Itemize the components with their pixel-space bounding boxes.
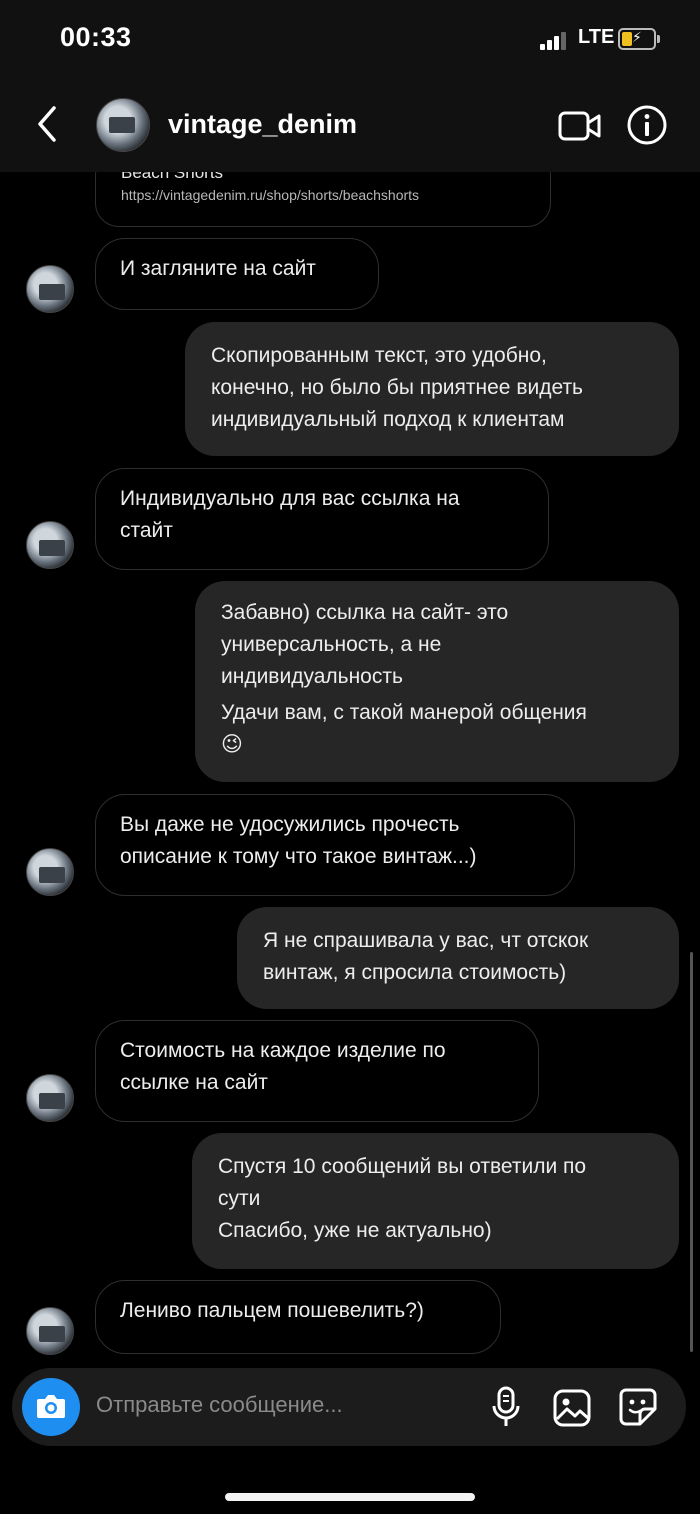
message-text: универсальность, а не: [221, 633, 442, 656]
message-input[interactable]: Отправьте сообщение...: [96, 1392, 343, 1418]
camera-icon: [37, 1395, 65, 1418]
chat-header: vintage_denim: [0, 78, 700, 172]
sender-avatar[interactable]: [26, 265, 74, 313]
link-preview[interactable]: Beach Shorts https://vintagedenim.ru/sho…: [95, 172, 551, 227]
outgoing-message[interactable]: Я не спрашивала у вас, чт отскок винтаж,…: [237, 907, 679, 1009]
outgoing-message[interactable]: Забавно) ссылка на сайт- это универсальн…: [195, 581, 679, 782]
message-thread[interactable]: Beach Shorts https://vintagedenim.ru/sho…: [0, 172, 700, 1368]
message-text: Скопированным текст, это удобно,: [211, 344, 547, 367]
wink-emoji: 😉: [221, 733, 243, 756]
sender-avatar[interactable]: [26, 1307, 74, 1355]
signal-icon: [540, 32, 570, 50]
video-call-icon[interactable]: [558, 110, 602, 142]
message-text: И загляните на сайт: [120, 257, 316, 280]
message-text: винтаж, я спросила стоимость): [263, 961, 567, 984]
sender-avatar[interactable]: [26, 1074, 74, 1122]
microphone-icon[interactable]: [490, 1386, 522, 1428]
incoming-message[interactable]: Индивидуально для вас ссылка на стайт: [95, 468, 549, 570]
incoming-message[interactable]: Стоимость на каждое изделие по ссылке на…: [95, 1020, 539, 1122]
message-text: Я не спрашивала у вас, чт отскок: [263, 929, 589, 952]
incoming-message[interactable]: Лениво пальцем пошевелить?): [95, 1280, 501, 1354]
message-text: Забавно) ссылка на сайт- это: [221, 601, 509, 624]
link-url[interactable]: https://vintagedenim.ru/shop/shorts/beac…: [121, 187, 419, 203]
battery-icon: ⚡: [618, 28, 660, 50]
back-icon[interactable]: [36, 104, 58, 144]
message-text: индивидуальность: [221, 665, 403, 688]
header-avatar[interactable]: [96, 98, 150, 152]
info-icon[interactable]: [626, 104, 668, 146]
status-bar: 00:33 LTE ⚡: [0, 0, 700, 78]
camera-button[interactable]: [22, 1378, 80, 1436]
home-indicator[interactable]: [225, 1493, 475, 1501]
message-text: Стоимость на каждое изделие по: [120, 1039, 446, 1062]
message-text: ссылке на сайт: [120, 1071, 268, 1094]
incoming-message[interactable]: Вы даже не удосужились прочесть описание…: [95, 794, 575, 896]
message-text: индивидуальный подход к клиентам: [211, 408, 565, 431]
sticker-icon[interactable]: [618, 1387, 658, 1427]
message-text: описание к тому что такое винтаж...): [120, 845, 477, 868]
chat-username[interactable]: vintage_denim: [168, 109, 357, 140]
message-text: сути: [218, 1187, 261, 1210]
message-text: Индивидуально для вас ссылка на: [120, 487, 460, 510]
incoming-message[interactable]: И загляните на сайт: [95, 238, 379, 310]
outgoing-message[interactable]: Спустя 10 сообщений вы ответили по сути …: [192, 1133, 679, 1269]
message-text: стайт: [120, 519, 173, 542]
message-text: Спасибо, уже не актуально): [218, 1219, 492, 1242]
sender-avatar[interactable]: [26, 848, 74, 896]
message-text: Спустя 10 сообщений вы ответили по: [218, 1155, 587, 1178]
scrollbar[interactable]: [690, 952, 693, 1352]
message-text: Лениво пальцем пошевелить?): [120, 1299, 424, 1322]
message-text: Удачи вам, с такой манерой общения: [221, 701, 587, 724]
status-time: 00:33: [60, 22, 132, 52]
sender-avatar[interactable]: [26, 521, 74, 569]
link-title: Beach Shorts: [121, 172, 224, 182]
outgoing-message[interactable]: Скопированным текст, это удобно, конечно…: [185, 322, 679, 456]
message-text: конечно, но было бы приятнее видеть: [211, 376, 584, 399]
gallery-icon[interactable]: [552, 1388, 592, 1428]
message-text: Вы даже не удосужились прочесть: [120, 813, 460, 836]
message-composer: Отправьте сообщение...: [12, 1368, 686, 1446]
network-label: LTE: [578, 26, 615, 48]
